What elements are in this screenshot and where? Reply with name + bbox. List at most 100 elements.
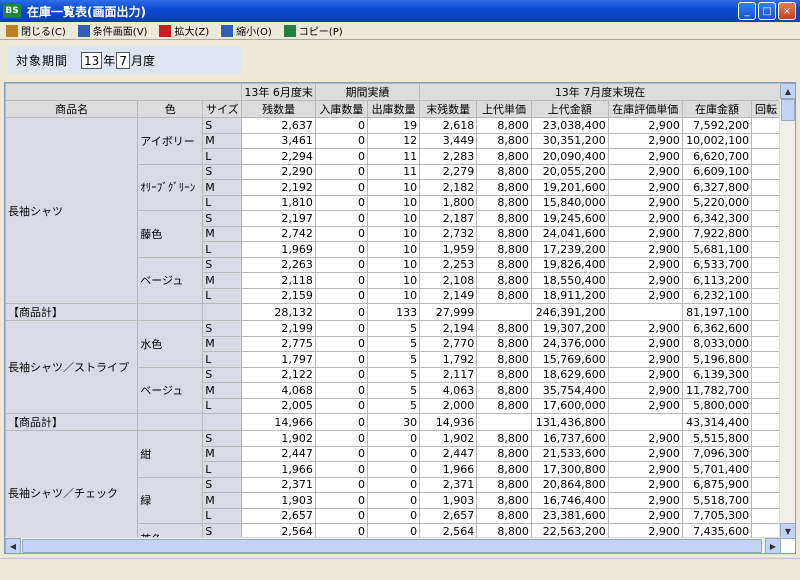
vertical-scroll-thumb[interactable] bbox=[781, 99, 795, 121]
turnover-cell bbox=[751, 492, 781, 509]
value-cell: 8,800 bbox=[476, 366, 532, 383]
value-cell: 2,900 bbox=[607, 225, 683, 242]
horizontal-scrollbar[interactable]: ◀ ▶ bbox=[5, 537, 781, 553]
value-cell: 8,800 bbox=[476, 397, 532, 414]
value-cell: 2,742 bbox=[241, 225, 316, 242]
size-cell: S bbox=[202, 117, 243, 134]
scroll-left-icon[interactable]: ◀ bbox=[5, 538, 21, 553]
value-cell: 4,068 bbox=[241, 382, 316, 399]
size-cell: L bbox=[202, 241, 243, 258]
color-cell: アイボリー bbox=[137, 117, 204, 165]
value-cell: 8,800 bbox=[476, 148, 532, 165]
column-header: 在庫評価単価 bbox=[607, 100, 683, 118]
value-cell: 2,294 bbox=[241, 148, 316, 165]
value-cell: 2,005 bbox=[241, 397, 316, 414]
close-button[interactable]: × bbox=[778, 2, 796, 20]
value-cell: 0 bbox=[366, 445, 421, 462]
menu-item-1[interactable]: 条件画面(V) bbox=[72, 23, 154, 39]
table-row[interactable]: 長袖シャツ アイボリー S 2,637 0 19 2,618 8,800 23,038,400 2… bbox=[5, 117, 781, 304]
size-cell bbox=[202, 413, 243, 431]
table-row[interactable]: 【商品計】 14,966 0 30 14,936 131,436,800 43,314,40… bbox=[5, 413, 781, 431]
value-cell: 0 bbox=[314, 492, 369, 509]
value-cell: 2,900 bbox=[607, 507, 683, 524]
size-cell: S bbox=[202, 430, 243, 447]
value-cell: 2,371 bbox=[241, 476, 316, 493]
value-cell: 6,113,200 bbox=[681, 272, 753, 289]
copy-icon bbox=[283, 24, 296, 37]
turnover-cell bbox=[751, 117, 781, 134]
value-cell bbox=[476, 303, 532, 321]
scroll-up-icon[interactable]: ▲ bbox=[780, 83, 795, 99]
value-cell: 0 bbox=[314, 351, 369, 368]
table-row[interactable]: 長袖シャツ／ストライプ 水色 S 2,199 0 5 2,194 8,800 19,307,20… bbox=[5, 320, 781, 414]
value-cell: 2,253 bbox=[419, 256, 478, 273]
menu-label: 条件画面(V) bbox=[92, 27, 148, 38]
menu-item-3[interactable]: 縮小(O) bbox=[215, 23, 278, 39]
value-cell: 10,002,100 bbox=[681, 132, 753, 149]
table-row[interactable]: 長袖シャツ／チェック紺 S 1,902 0 0 1,902 8,800 16,737,600 2… bbox=[5, 430, 781, 539]
minimize-button[interactable]: _ bbox=[738, 2, 756, 20]
value-cell: 10 bbox=[366, 256, 421, 273]
scroll-down-icon[interactable]: ▼ bbox=[780, 523, 795, 539]
size-cell: L bbox=[202, 148, 243, 165]
value-cell: 16,737,600 bbox=[530, 430, 609, 447]
value-cell: 8,800 bbox=[476, 256, 532, 273]
value-cell: 6,620,700 bbox=[681, 148, 753, 165]
size-cell: L bbox=[202, 507, 243, 524]
table-row[interactable]: 【商品計】 28,132 0 133 27,999 246,391,200 81,197,1… bbox=[5, 303, 781, 321]
value-cell: 2,900 bbox=[607, 241, 683, 258]
value-cell: 2,900 bbox=[607, 335, 683, 352]
value-cell: 5 bbox=[366, 397, 421, 414]
value-cell: 2,197 bbox=[241, 210, 316, 227]
size-cell: S bbox=[202, 163, 243, 180]
value-cell: 0 bbox=[314, 132, 369, 149]
turnover-cell bbox=[751, 366, 781, 383]
value-cell: 0 bbox=[314, 179, 369, 196]
value-cell: 5,701,400 bbox=[681, 461, 753, 478]
size-cell: S bbox=[202, 476, 243, 493]
value-cell: 27,999 bbox=[419, 303, 478, 321]
value-cell: 2,657 bbox=[419, 507, 478, 524]
value-cell: 8,800 bbox=[476, 132, 532, 149]
value-cell: 8,800 bbox=[476, 461, 532, 478]
menu-item-2[interactable]: 拡大(Z) bbox=[153, 23, 215, 39]
value-cell: 5 bbox=[366, 366, 421, 383]
value-cell: 2,122 bbox=[241, 366, 316, 383]
turnover-cell bbox=[751, 461, 781, 478]
value-cell: 1,800 bbox=[419, 194, 478, 211]
menu-label: 縮小(O) bbox=[236, 27, 272, 38]
value-cell: 0 bbox=[314, 366, 369, 383]
door-icon bbox=[6, 24, 18, 37]
value-cell: 30 bbox=[366, 413, 421, 431]
turnover-cell bbox=[751, 397, 781, 414]
value-cell: 5,515,800 bbox=[681, 430, 753, 447]
menu-item-4[interactable]: コピー(P) bbox=[278, 23, 349, 39]
turnover-cell bbox=[751, 241, 781, 258]
inventory-grid[interactable]: 13年 6月度末 期間実績 13年 7月度末現在 商品名色サイズ 残数量 入庫数量出… bbox=[4, 82, 796, 554]
value-cell: 8,800 bbox=[476, 507, 532, 524]
value-cell: 2,279 bbox=[419, 163, 478, 180]
size-cell: M bbox=[202, 132, 243, 149]
menu-item-0[interactable]: 閉じる(C) bbox=[0, 23, 72, 39]
year-field[interactable]: 13 bbox=[81, 51, 103, 69]
vertical-scrollbar[interactable]: ▲ ▼ bbox=[779, 83, 795, 539]
horizontal-scroll-thumb[interactable] bbox=[22, 539, 762, 553]
product-name-cell: 長袖シャツ bbox=[5, 117, 139, 304]
color-cell: ｵﾘｰﾌﾞｸﾞﾘｰﾝ bbox=[137, 163, 204, 211]
turnover-cell bbox=[751, 225, 781, 242]
column-header: 末残数量 bbox=[419, 100, 478, 118]
value-cell: 6,362,600 bbox=[681, 320, 753, 337]
size-cell: S bbox=[202, 210, 243, 227]
value-cell: 2,732 bbox=[419, 225, 478, 242]
month-field[interactable]: 7 bbox=[116, 51, 130, 69]
turnover-cell bbox=[751, 179, 781, 196]
value-cell: 6,342,300 bbox=[681, 210, 753, 227]
value-cell: 1,797 bbox=[241, 351, 316, 368]
maximize-button[interactable]: □ bbox=[758, 2, 776, 20]
size-cell: M bbox=[202, 382, 243, 399]
value-cell: 10 bbox=[366, 179, 421, 196]
scroll-right-icon[interactable]: ▶ bbox=[765, 538, 781, 553]
header-blank bbox=[5, 83, 243, 101]
value-cell: 0 bbox=[314, 225, 369, 242]
value-cell: 5,681,100 bbox=[681, 241, 753, 258]
